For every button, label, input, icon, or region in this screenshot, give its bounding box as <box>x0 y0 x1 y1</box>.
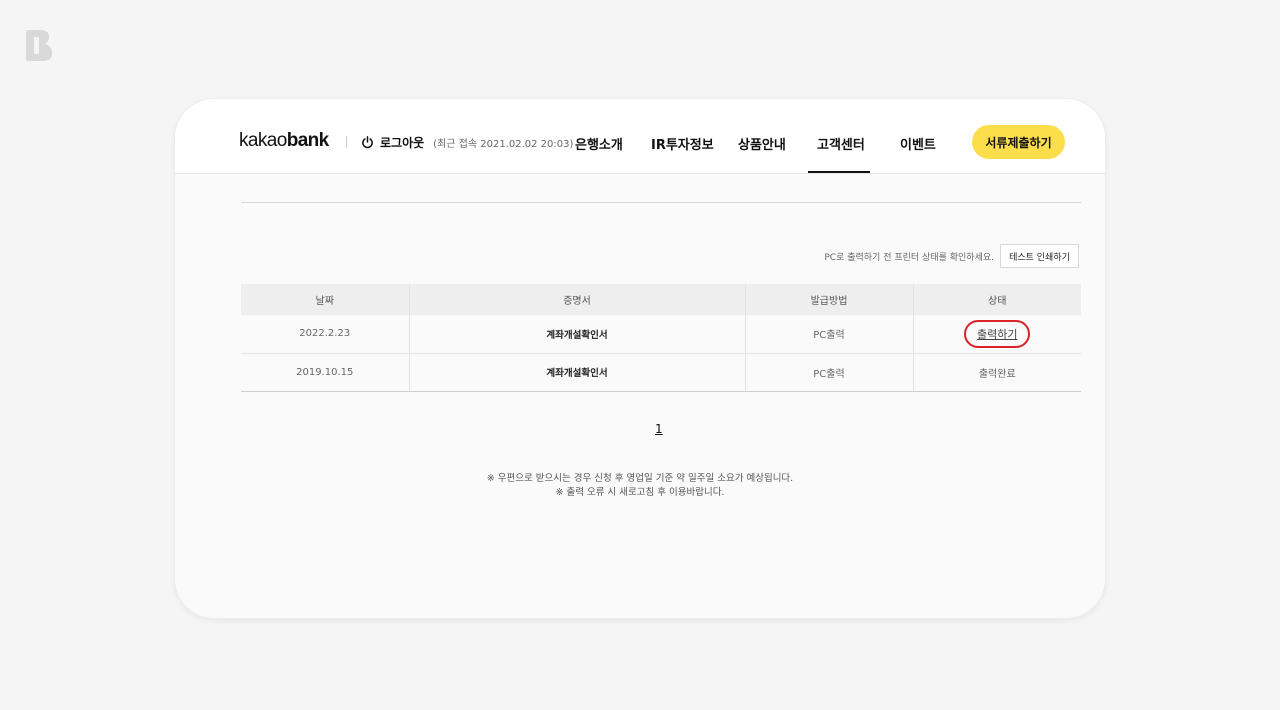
header-status: 상태 <box>912 284 1081 315</box>
row-date: 2019.10.15 <box>241 353 409 392</box>
table-header-row: 날짜 증명서 발급방법 상태 <box>241 284 1081 315</box>
submit-documents-button[interactable]: 서류제출하기 <box>972 125 1065 159</box>
print-button[interactable]: 출력하기 <box>977 326 1017 342</box>
active-nav-indicator <box>808 171 870 173</box>
row-status: 출력완료 <box>912 353 1081 392</box>
footnote-refresh: ※ 출력 오류 시 새로고침 후 이용바랍니다. <box>555 487 725 498</box>
test-print-button[interactable]: 테스트 인쇄하기 <box>1000 244 1079 268</box>
row-certificate: 계좌개설확인서 <box>408 315 745 354</box>
nav-item-ir[interactable]: IR투자정보 <box>651 134 714 153</box>
content-divider <box>241 202 1081 203</box>
nav-item-customer-center[interactable]: 고객센터 <box>817 134 865 153</box>
b-logo-icon <box>26 30 52 61</box>
page-frame: kakaobank 로그아웃 (최근 접속 2021.02.02 20:03) … <box>174 98 1106 619</box>
nav-item-bank-intro[interactable]: 은행소개 <box>575 134 623 153</box>
printer-notice-text: PC로 출력하기 전 프린터 상태를 확인하세요. <box>824 252 994 263</box>
row-certificate: 계좌개설확인서 <box>408 353 745 392</box>
header-method: 발급방법 <box>744 284 913 315</box>
main-nav: 은행소개 IR투자정보 상품안내 고객센터 이벤트 <box>175 99 1105 174</box>
nav-item-events[interactable]: 이벤트 <box>900 134 936 153</box>
table-row: 2019.10.15 계좌개설확인서 PC출력 출력완료 <box>241 353 1081 392</box>
print-highlight-ring: 출력하기 <box>964 319 1031 348</box>
footnotes: ※ 우편으로 받으시는 경우 신청 후 영업일 기준 약 일주일 소요가 예상됩… <box>175 472 1105 500</box>
footnote-mail: ※ 우편으로 받으시는 경우 신청 후 영업일 기준 약 일주일 소요가 예상됩… <box>486 473 794 484</box>
row-method: PC출력 <box>744 315 913 354</box>
row-date: 2022.2.23 <box>241 315 409 354</box>
site-header: kakaobank 로그아웃 (최근 접속 2021.02.02 20:03) … <box>175 99 1105 174</box>
table-row: 2022.2.23 계좌개설확인서 PC출력 출력하기 <box>241 315 1081 354</box>
row-method: PC출력 <box>744 353 913 392</box>
header-certificate: 증명서 <box>408 284 745 315</box>
pagination-page-1[interactable]: 1 <box>655 422 663 436</box>
row-status: 출력하기 <box>912 315 1081 354</box>
header-date: 날짜 <box>241 284 409 315</box>
certificate-table: 날짜 증명서 발급방법 상태 2022.2.23 계좌개설확인서 PC출력 출력… <box>241 284 1081 392</box>
printer-notice: PC로 출력하기 전 프린터 상태를 확인하세요. 테스트 인쇄하기 <box>824 244 1079 268</box>
nav-item-products[interactable]: 상품안내 <box>738 134 786 153</box>
